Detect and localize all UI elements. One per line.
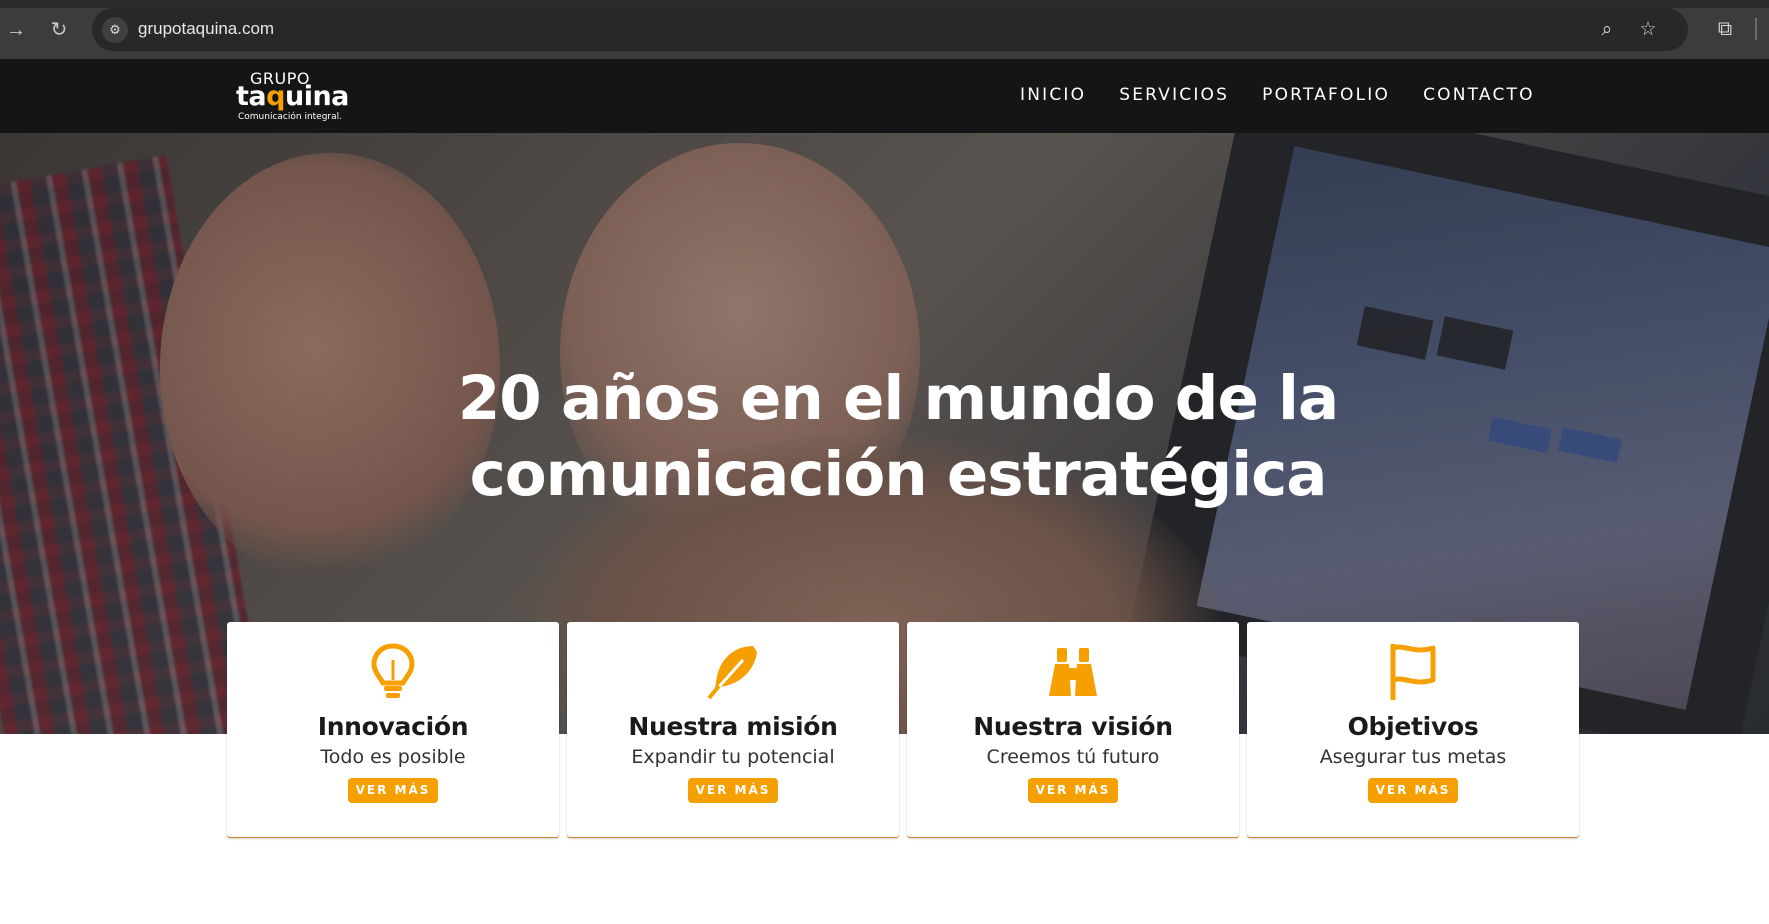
flag-icon <box>1390 644 1436 700</box>
hero-title-line-2: comunicación estratégica <box>469 439 1328 510</box>
url-text[interactable]: grupotaquina.com <box>138 19 274 39</box>
nav-inicio[interactable]: INICIO <box>1020 85 1086 105</box>
hero-title-line-1: 20 años en el mundo de la <box>457 363 1339 434</box>
card-subtitle: Todo es posible <box>320 746 466 768</box>
ver-mas-button[interactable]: VER MÁS <box>1028 778 1118 803</box>
browser-tab-strip <box>0 0 1769 8</box>
bookmark-star-icon[interactable]: ☆ <box>1636 18 1660 42</box>
hero-title: 20 años en el mundo de la comunicación e… <box>0 361 1769 513</box>
nav-portafolio[interactable]: PORTAFOLIO <box>1262 85 1390 105</box>
reload-icon[interactable]: ↻ <box>45 16 73 44</box>
feather-icon <box>707 646 757 700</box>
forward-icon[interactable]: → <box>2 16 30 44</box>
zoom-icon[interactable]: ⌕ <box>1595 18 1619 42</box>
card-subtitle: Asegurar tus metas <box>1319 746 1507 768</box>
feature-cards: Innovación Todo es posible VER MÁS Nuest… <box>227 622 1579 837</box>
card-innovacion: Innovación Todo es posible VER MÁS <box>227 622 559 837</box>
ver-mas-button[interactable]: VER MÁS <box>1368 778 1458 803</box>
lightbulb-icon <box>371 643 415 698</box>
logo-tagline: Comunicación integral. <box>238 112 343 122</box>
nav-contacto[interactable]: CONTACTO <box>1423 85 1535 105</box>
ver-mas-button[interactable]: VER MÁS <box>348 778 438 803</box>
main-nav: INICIO SERVICIOS PORTAFOLIO CONTACTO <box>1020 85 1535 105</box>
card-mision: Nuestra misión Expandir tu potencial VER… <box>567 622 899 837</box>
card-title: Innovación <box>317 712 469 741</box>
binoculars-icon <box>1049 648 1097 696</box>
site-info-icon[interactable]: ⚙ <box>102 17 128 43</box>
card-title: Nuestra misión <box>628 712 838 741</box>
logo-brand-prefix: ta <box>236 81 267 112</box>
card-objetivos: Objetivos Asegurar tus metas VER MÁS <box>1247 622 1579 837</box>
card-vision: Nuestra visión Creemos tú futuro VER MÁS <box>907 622 1239 837</box>
ver-mas-button[interactable]: VER MÁS <box>688 778 778 803</box>
card-title: Nuestra visión <box>973 712 1173 741</box>
logo-brand-suffix: uina <box>284 81 349 112</box>
nav-servicios[interactable]: SERVICIOS <box>1119 85 1229 105</box>
site-logo[interactable]: GRUPO taquina Comunicación integral. <box>236 67 356 125</box>
logo-brand: taquina <box>236 81 349 112</box>
extensions-icon[interactable]: ⧉ <box>1712 16 1738 42</box>
card-title: Objetivos <box>1347 712 1479 741</box>
card-subtitle: Creemos tú futuro <box>986 746 1160 768</box>
address-bar[interactable]: ⚙ grupotaquina.com ⌕ ☆ <box>92 8 1688 51</box>
site-header: GRUPO taquina Comunicación integral. INI… <box>0 59 1769 133</box>
logo-brand-accent: q <box>266 81 285 112</box>
browser-toolbar: → ↻ ⚙ grupotaquina.com ⌕ ☆ ⧉ <box>0 0 1769 59</box>
card-subtitle: Expandir tu potencial <box>631 746 835 768</box>
toolbar-divider <box>1755 18 1757 40</box>
